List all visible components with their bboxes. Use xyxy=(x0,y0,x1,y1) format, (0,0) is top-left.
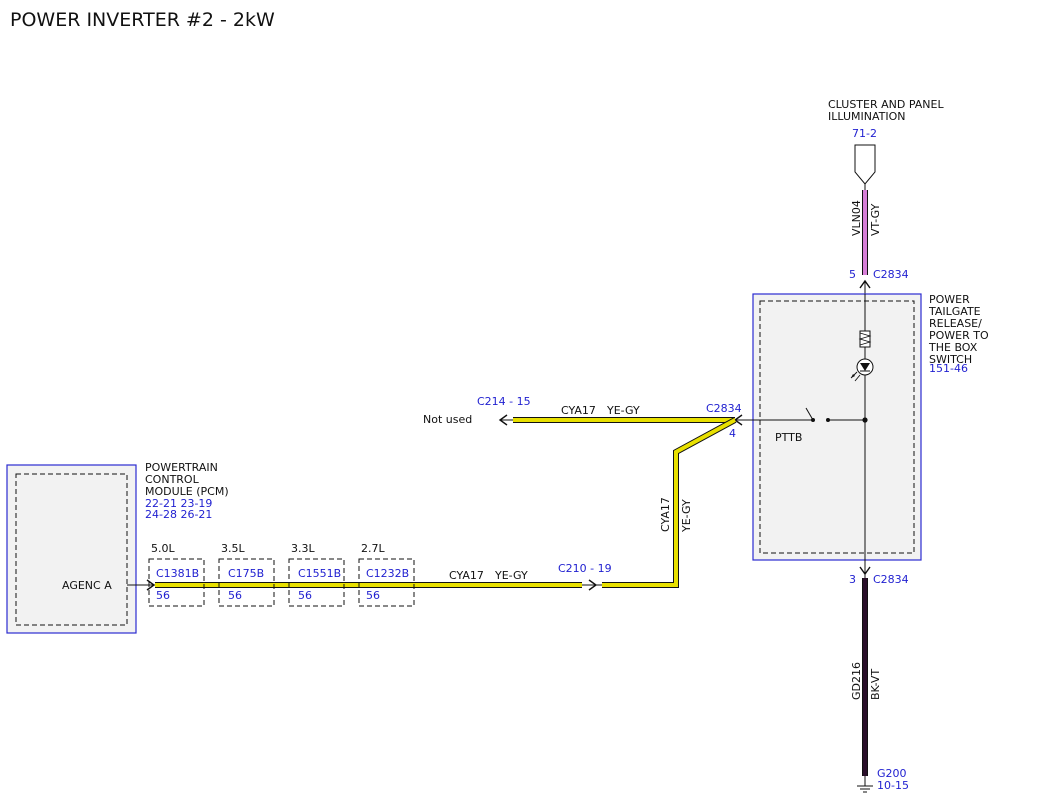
not-used-circuit-label: CYA17 xyxy=(561,404,596,417)
pcm-pin-label: AGENC A xyxy=(62,579,112,592)
cluster-ref-link[interactable]: 71-2 xyxy=(852,127,877,140)
switch-left-pin: 4 xyxy=(729,427,736,440)
vertical-color-label: YE-GY xyxy=(680,499,693,533)
connector-id-link[interactable]: C1551B xyxy=(298,567,341,580)
engine-connector-5-0l[interactable]: 5.0L C1381B 56 xyxy=(148,542,205,607)
vertical-circuit-label: CYA17 xyxy=(659,497,672,532)
engine-label: 3.3L xyxy=(291,542,315,555)
not-used-color-label: YE-GY xyxy=(606,404,640,417)
connector-pin: 56 xyxy=(366,589,380,602)
switch-label: PTTB xyxy=(775,431,802,444)
not-used-label: Not used xyxy=(423,413,472,426)
engine-label: 3.5L xyxy=(221,542,245,555)
switch-module-ref-link[interactable]: 151-46 xyxy=(929,362,968,375)
vln04-circuit-label: VLN04 xyxy=(850,200,863,236)
switch-top-connector-link[interactable]: C2834 xyxy=(873,268,909,281)
gd216-color-label: BK-VT xyxy=(869,669,882,700)
engine-connector-2-7l[interactable]: 2.7L C1232B 56 xyxy=(358,542,415,607)
c210-connector-link[interactable]: C210 - 19 xyxy=(558,562,612,575)
bottom-color-label: YE-GY xyxy=(494,569,528,582)
cluster-label-line2: ILLUMINATION xyxy=(828,110,906,123)
pcm-module-box[interactable] xyxy=(6,464,137,634)
not-used-connector-link[interactable]: C214 - 15 xyxy=(477,395,531,408)
switch-left-connector-link[interactable]: C2834 xyxy=(706,402,742,415)
ground-ref-link[interactable]: 10-15 xyxy=(877,779,909,792)
connector-id-link[interactable]: C1381B xyxy=(156,567,199,580)
vln04-color-label: VT-GY xyxy=(869,203,882,236)
ground-icon xyxy=(857,776,873,793)
wiring-diagram: POWER INVERTER #2 - 2kW CLUSTER AND PANE… xyxy=(6,9,989,793)
page-title: POWER INVERTER #2 - 2kW xyxy=(10,9,275,31)
connector-pin: 56 xyxy=(298,589,312,602)
bottom-circuit-label: CYA17 xyxy=(449,569,484,582)
engine-label: 5.0L xyxy=(151,542,175,555)
engine-label: 2.7L xyxy=(361,542,385,555)
switch-top-pin: 5 xyxy=(849,268,856,281)
switch-bottom-pin: 3 xyxy=(849,573,856,586)
pcm-ref-line2[interactable]: 24-28 26-21 xyxy=(145,508,212,521)
connector-id-link[interactable]: C175B xyxy=(228,567,264,580)
gd216-circuit-label: GD216 xyxy=(850,662,863,700)
connector-pin: 56 xyxy=(228,589,242,602)
switch-bottom-connector-link[interactable]: C2834 xyxy=(873,573,909,586)
engine-connector-3-5l[interactable]: 3.5L C175B 56 xyxy=(218,542,275,607)
switch-module-box[interactable] xyxy=(752,293,922,561)
engine-connector-3-3l[interactable]: 3.3L C1551B 56 xyxy=(288,542,345,607)
cluster-connector-icon xyxy=(854,144,876,185)
connector-pin: 56 xyxy=(156,589,170,602)
connector-id-link[interactable]: C1232B xyxy=(366,567,409,580)
